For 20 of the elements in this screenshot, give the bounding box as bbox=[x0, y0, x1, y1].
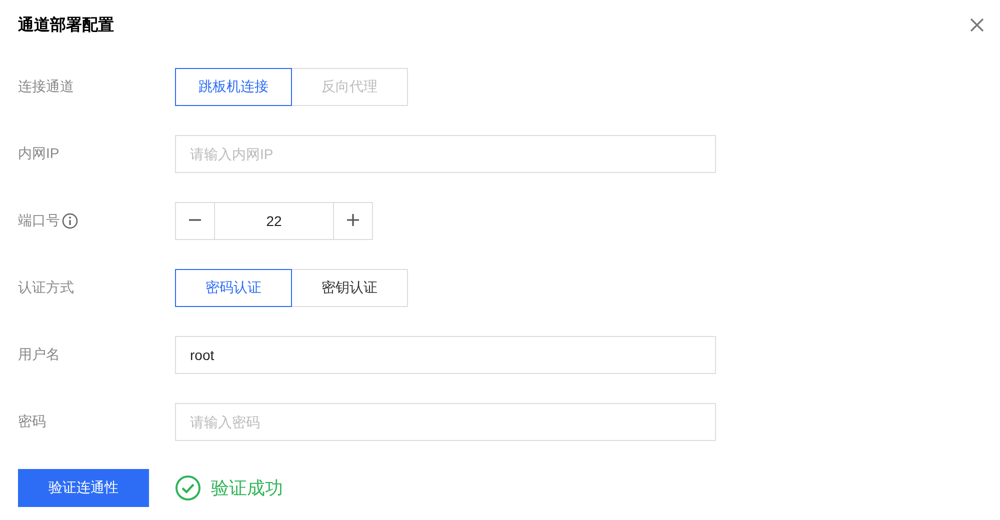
field-label: 端口号 bbox=[18, 212, 60, 230]
plus-icon[interactable] bbox=[346, 212, 360, 226]
field-label: 认证方式 bbox=[18, 279, 74, 297]
text-field[interactable]: root bbox=[175, 336, 716, 374]
field-label: 连接通道 bbox=[18, 78, 74, 96]
close-icon[interactable] bbox=[968, 16, 986, 34]
segment-option[interactable]: 密码认证 bbox=[175, 269, 292, 307]
dialog-title: 通道部署配置 bbox=[18, 15, 114, 36]
text-field[interactable]: 请输入密码 bbox=[175, 403, 716, 441]
text-field[interactable]: 请输入内网IP bbox=[175, 135, 716, 173]
field-label: 用户名 bbox=[18, 346, 60, 364]
number-field[interactable]: 22 bbox=[214, 203, 334, 239]
segment-option[interactable]: 跳板机连接 bbox=[175, 68, 292, 106]
field-label: 内网IP bbox=[18, 145, 60, 163]
segment-option[interactable]: 密钥认证 bbox=[291, 269, 408, 307]
status-message: 验证成功 bbox=[211, 477, 283, 500]
info-icon[interactable] bbox=[62, 213, 78, 229]
number-stepper[interactable]: 22 bbox=[175, 202, 373, 240]
verify-button[interactable]: 验证连通性 bbox=[18, 469, 149, 507]
field-label: 密码 bbox=[18, 413, 46, 431]
